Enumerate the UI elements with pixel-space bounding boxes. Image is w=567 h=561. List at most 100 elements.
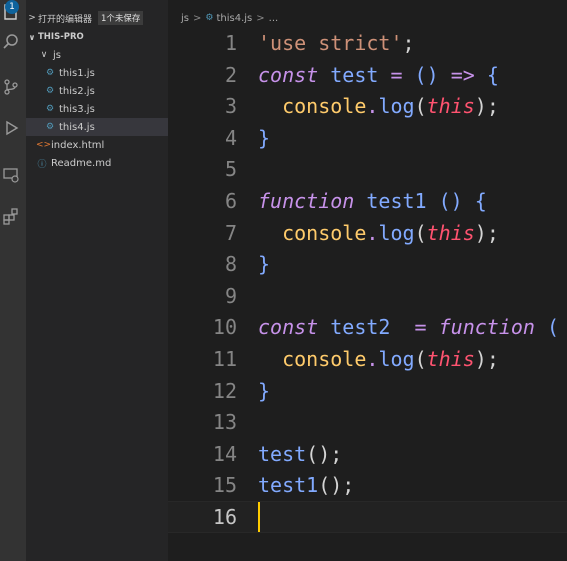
- code-token: );: [474, 220, 499, 245]
- file-label: this4.js: [59, 121, 95, 133]
- code-token: =: [414, 315, 427, 340]
- line-number: 11: [212, 347, 237, 371]
- line-number: 3: [224, 94, 237, 119]
- line-number: 4: [224, 125, 237, 150]
- code-token: (: [414, 94, 427, 119]
- remote-explorer-icon[interactable]: [0, 163, 22, 187]
- code-line[interactable]: 5: [168, 153, 567, 185]
- file-item[interactable]: ⓘ Readme.md: [26, 154, 178, 172]
- folder-js[interactable]: ∨ js: [26, 46, 180, 64]
- line-number: 13: [212, 410, 237, 435]
- code-line[interactable]: 15 test1();: [168, 469, 567, 501]
- code-token: .: [366, 94, 379, 119]
- code-token: }: [258, 252, 271, 277]
- line-code: console.log(this);: [258, 221, 499, 245]
- code-line[interactable]: 3 console.log(this);: [168, 90, 567, 122]
- activity-bar: 1: [0, 0, 26, 561]
- code-line[interactable]: 7 console.log(this);: [168, 217, 567, 249]
- code-line[interactable]: 9: [168, 280, 567, 312]
- code-token: );: [474, 94, 499, 119]
- code-token: (: [414, 220, 427, 245]
- line-number: 12: [212, 378, 237, 403]
- code-token: console: [282, 220, 367, 245]
- code-token: this: [426, 94, 475, 119]
- project-folder-header[interactable]: ∨ THIS-PRO: [26, 29, 168, 45]
- chevron-right-icon: >: [28, 13, 36, 23]
- line-number: 15: [212, 473, 237, 498]
- source-control-icon[interactable]: [0, 75, 22, 99]
- code-token: );: [474, 347, 499, 371]
- chevron-right-icon: >: [193, 12, 202, 24]
- line-code: function test1 () {: [258, 189, 487, 213]
- code-line[interactable]: 10 const test2 = function (: [168, 311, 567, 343]
- file-label: this3.js: [59, 103, 95, 115]
- code-token: this: [426, 347, 475, 371]
- code-token: (): [402, 62, 451, 87]
- line-code: console.log(this);: [258, 94, 499, 118]
- code-line[interactable]: 2 const test = () => {: [168, 59, 567, 91]
- code-token: (: [534, 315, 560, 340]
- code-token: }: [258, 125, 271, 150]
- file-item-selected[interactable]: ⚙ this4.js: [26, 118, 168, 136]
- file-item[interactable]: <> index.html: [26, 136, 178, 154]
- code-token: =: [390, 62, 403, 87]
- text-cursor: [258, 502, 260, 532]
- project-name: THIS-PRO: [38, 32, 84, 42]
- js-file-icon: ⚙: [45, 68, 55, 78]
- line-code: const test2 = function (: [258, 315, 559, 339]
- extensions-icon[interactable]: [0, 204, 22, 228]
- code-line[interactable]: 14 test();: [168, 438, 567, 470]
- line-code: }: [258, 252, 270, 276]
- run-debug-icon[interactable]: [0, 116, 22, 140]
- js-file-icon: ⚙: [45, 104, 55, 114]
- code-token: const: [258, 315, 319, 340]
- line-code: }: [258, 379, 270, 403]
- code-line[interactable]: 13: [168, 406, 567, 438]
- code-line[interactable]: 12}: [168, 375, 567, 407]
- line-number: 10: [212, 315, 237, 340]
- js-file-icon: ⚙: [45, 122, 55, 132]
- code-token: log: [378, 94, 415, 119]
- breadcrumb-file[interactable]: this4.js: [216, 13, 252, 24]
- html-file-icon: <>: [36, 140, 52, 150]
- code-line[interactable]: 11 console.log(this);: [168, 343, 567, 375]
- file-item[interactable]: ⚙ this1.js: [26, 64, 186, 82]
- line-code: 'use strict';: [258, 31, 415, 55]
- code-token: 'use strict': [258, 31, 403, 55]
- file-item[interactable]: ⚙ this2.js: [26, 82, 186, 100]
- code-line[interactable]: 6 function test1 () {: [168, 185, 567, 217]
- code-token: ();: [306, 441, 343, 466]
- file-item[interactable]: ⚙ this3.js: [26, 100, 186, 118]
- code-token: log: [378, 347, 415, 371]
- code-token: test2: [318, 315, 415, 340]
- code-line[interactable]: 4}: [168, 122, 567, 154]
- code-token: function: [438, 315, 535, 340]
- code-token: ();: [318, 473, 355, 498]
- code-token: ;: [402, 31, 415, 55]
- folder-label: js: [53, 49, 61, 61]
- open-editors-section[interactable]: > 打开的编辑器 1个未保存: [26, 9, 168, 27]
- line-code: const test = () => {: [258, 63, 499, 87]
- line-number: 1: [224, 31, 237, 55]
- line-number: 9: [224, 283, 237, 308]
- search-icon[interactable]: [0, 30, 22, 54]
- unsaved-count-badge: 1: [5, 0, 19, 14]
- code-line[interactable]: 8}: [168, 248, 567, 280]
- breadcrumb-more[interactable]: ...: [269, 13, 279, 24]
- file-label: this2.js: [59, 85, 95, 97]
- code-token: function: [258, 189, 355, 213]
- code-token: (: [414, 347, 427, 371]
- breadcrumb-folder[interactable]: js: [181, 13, 189, 24]
- code-token: test1 () {: [354, 189, 487, 213]
- code-editor[interactable]: js > ⚙ this4.js > ... 1 'use strict'; 2 con…: [168, 0, 567, 561]
- code-token: }: [258, 378, 271, 403]
- code-token: =>: [450, 62, 475, 87]
- unsaved-badge: 1个未保存: [98, 11, 144, 25]
- line-code: [258, 502, 260, 532]
- js-file-icon: ⚙: [45, 86, 55, 96]
- code-line[interactable]: 16: [168, 501, 567, 533]
- breadcrumb: js > ⚙ this4.js > ...: [168, 9, 278, 27]
- code-line[interactable]: 1 'use strict';: [168, 27, 567, 59]
